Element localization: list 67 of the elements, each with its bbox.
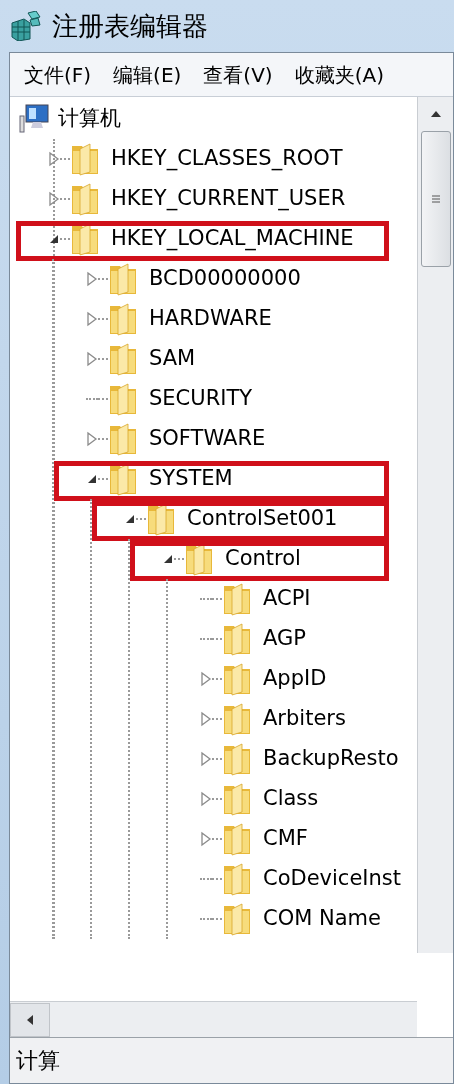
expand-arrow-icon[interactable] — [48, 151, 60, 167]
tree-item-label[interactable]: ACPI — [263, 583, 311, 615]
tree-root-label[interactable]: 计算机 — [58, 103, 121, 135]
menu-item[interactable]: 文件(F) — [24, 59, 92, 90]
tree-item-label[interactable]: BackupResto — [263, 743, 399, 775]
status-text: 计算 — [16, 1047, 60, 1075]
expand-arrow-icon[interactable] — [86, 271, 98, 287]
folder-icon — [222, 862, 252, 896]
up-arrow-icon[interactable] — [429, 110, 442, 118]
horizontal-scrollbar[interactable] — [10, 1001, 417, 1037]
folder-icon — [108, 302, 138, 336]
folder-icon — [70, 142, 100, 176]
tree-item-label[interactable]: SAM — [149, 343, 196, 375]
tree-item-label[interactable]: CMF — [263, 823, 308, 855]
collapse-arrow-icon[interactable] — [48, 233, 60, 245]
folder-icon — [222, 902, 252, 936]
tree-item-label[interactable]: CoDeviceInst — [263, 863, 401, 895]
folder-icon — [222, 782, 252, 816]
tree-item-label[interactable]: Arbiters — [263, 703, 346, 735]
folder-icon — [222, 822, 252, 856]
collapse-arrow-icon[interactable] — [124, 513, 136, 525]
folder-icon — [108, 422, 138, 456]
menu-item[interactable]: 编辑(E) — [113, 59, 182, 90]
tree-item-label[interactable]: HKEY_LOCAL_MACHINE — [111, 223, 354, 255]
left-arrow-icon[interactable] — [26, 1013, 34, 1026]
scroll-thumb[interactable] — [420, 131, 451, 267]
tree-item-label[interactable]: SECURITY — [149, 383, 253, 415]
expand-arrow-icon[interactable] — [200, 751, 212, 767]
folder-icon — [222, 582, 252, 616]
folder-icon — [108, 342, 138, 376]
expand-arrow-icon[interactable] — [200, 671, 212, 687]
expand-arrow-icon[interactable] — [86, 431, 98, 447]
expand-arrow-icon[interactable] — [86, 311, 98, 327]
tree-item-label[interactable]: Control — [225, 543, 301, 575]
grip-icon — [430, 194, 441, 204]
collapse-arrow-icon[interactable] — [162, 553, 174, 565]
folder-icon — [70, 182, 100, 216]
tree-item-label[interactable]: AGP — [263, 623, 306, 655]
folder-icon — [222, 742, 252, 776]
folder-icon — [108, 262, 138, 296]
tree-item-label[interactable]: SYSTEM — [149, 463, 233, 495]
tree-item-label[interactable]: COM Name — [263, 903, 381, 935]
tree-item-label[interactable]: BCD00000000 — [149, 263, 301, 295]
menu-item[interactable]: 收藏夹(A) — [294, 59, 384, 90]
folder-icon — [222, 702, 252, 736]
folder-icon — [108, 382, 138, 416]
menu-item[interactable]: 查看(V) — [203, 59, 273, 90]
scroll-left-button[interactable] — [10, 1002, 50, 1037]
registry-cubes-icon — [10, 11, 42, 41]
tree-item-label[interactable]: HKEY_CLASSES_ROOT — [111, 143, 343, 175]
collapse-arrow-icon[interactable] — [86, 473, 98, 485]
expand-arrow-icon[interactable] — [86, 351, 98, 367]
expand-arrow-icon[interactable] — [200, 791, 212, 807]
tree-item-label[interactable]: HKEY_CURRENT_USER — [111, 183, 346, 215]
tree-item-label[interactable]: ControlSet001 — [187, 503, 338, 535]
tree-item-label[interactable]: Class — [263, 783, 319, 815]
vertical-scrollbar[interactable] — [417, 97, 453, 953]
window-title: 注册表编辑器 — [52, 9, 208, 43]
folder-icon — [222, 662, 252, 696]
tree-item-label[interactable]: HARDWARE — [149, 303, 272, 335]
expand-arrow-icon[interactable] — [48, 191, 60, 207]
expand-arrow-icon[interactable] — [200, 831, 212, 847]
folder-icon — [222, 622, 252, 656]
expand-arrow-icon[interactable] — [200, 711, 212, 727]
computer-icon — [18, 104, 50, 134]
tree-item-label[interactable]: AppID — [263, 663, 327, 695]
tree-item-label[interactable]: SOFTWARE — [149, 423, 266, 455]
